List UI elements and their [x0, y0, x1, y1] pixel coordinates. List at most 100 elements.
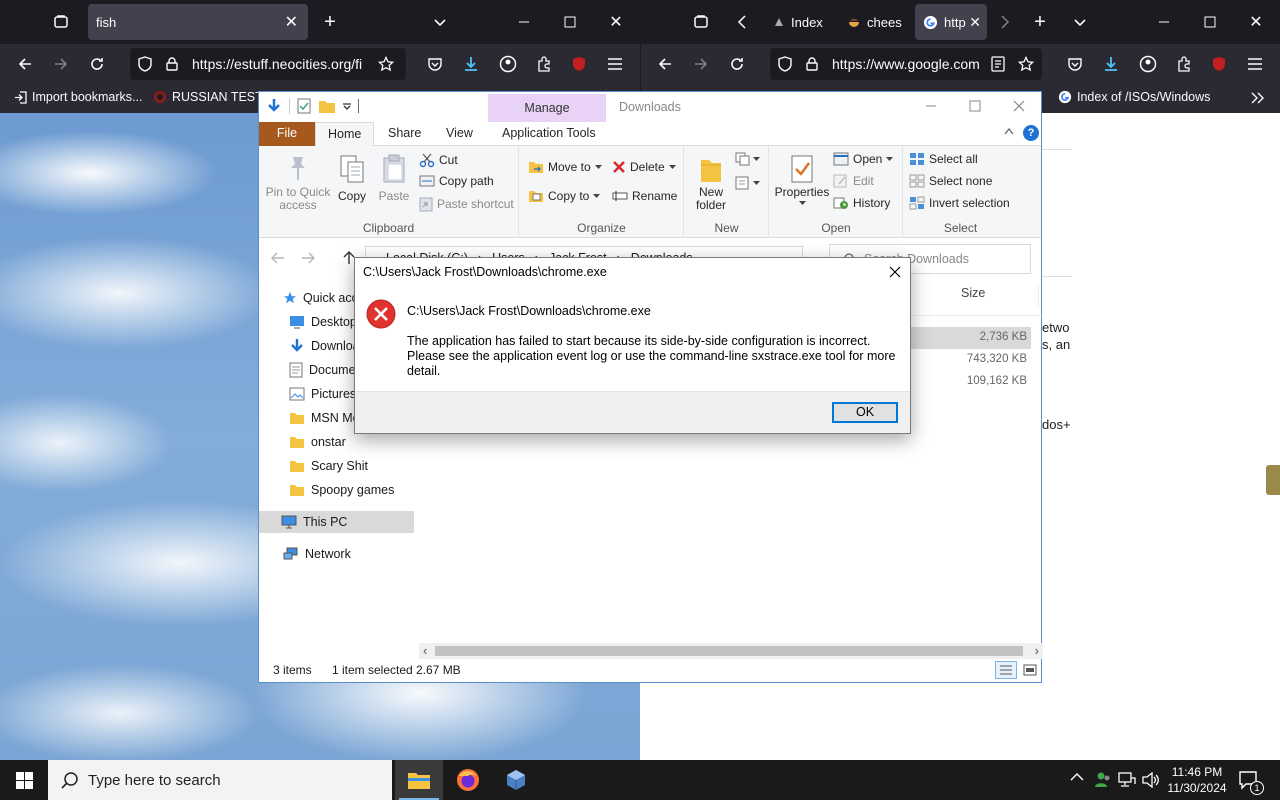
nav-desktop[interactable]: Desktop [289, 311, 357, 333]
new-folder-icon[interactable] [318, 98, 336, 114]
new-item-icon[interactable] [735, 152, 760, 166]
scroll-tabs-left-icon[interactable] [730, 10, 754, 34]
taskbar-virtualbox[interactable] [492, 760, 540, 800]
minimize-icon[interactable] [921, 96, 941, 116]
new-folder-button[interactable]: New folder [689, 154, 733, 212]
paste-button[interactable]: Paste [375, 154, 413, 203]
shield-icon[interactable] [778, 56, 794, 72]
account-icon[interactable] [1136, 52, 1160, 76]
collapse-ribbon-icon[interactable] [1004, 127, 1014, 135]
reader-view-icon[interactable] [986, 52, 1010, 76]
tab-file[interactable]: File [259, 122, 315, 146]
taskbar-search[interactable]: Type here to search [48, 760, 392, 800]
lock-icon[interactable] [166, 57, 182, 71]
tab-cheese[interactable]: chees [839, 4, 909, 40]
tab-home[interactable]: Home [315, 122, 375, 147]
details-view-icon[interactable] [995, 661, 1017, 679]
tab-close-icon[interactable]: ✕ [285, 12, 298, 32]
back-icon[interactable] [13, 52, 37, 76]
close-icon[interactable] [1009, 96, 1029, 116]
pin-quick-access-button[interactable]: Pin to Quick access [265, 154, 331, 212]
easy-access-icon[interactable] [735, 176, 760, 190]
bookmark-isos[interactable]: Index of /ISOs/Windows [1058, 90, 1210, 104]
select-all-button[interactable]: Select all [909, 152, 978, 166]
large-icons-view-icon[interactable] [1021, 661, 1039, 679]
taskbar-file-explorer[interactable] [395, 760, 443, 800]
bookmark-import[interactable]: Import bookmarks... [14, 90, 142, 104]
shield-icon[interactable] [138, 56, 154, 72]
select-none-button[interactable]: Select none [909, 174, 992, 188]
nav-spoopy-games[interactable]: Spoopy games [289, 479, 394, 501]
scroll-tabs-right-icon[interactable] [993, 10, 1017, 34]
new-tab-icon[interactable]: + [1028, 10, 1052, 34]
ublock-icon[interactable] [1207, 52, 1231, 76]
extensions-icon[interactable] [1172, 52, 1196, 76]
ublock-icon[interactable] [567, 52, 591, 76]
nav-this-pc[interactable]: This PC [259, 511, 414, 533]
close-icon[interactable]: ✕ [604, 10, 628, 34]
manage-context-tab[interactable]: Manage [488, 94, 606, 122]
tab-fish[interactable]: fish ✕ [88, 4, 308, 40]
download-arrow-icon[interactable] [265, 97, 283, 115]
maximize-icon[interactable] [965, 96, 985, 116]
tab-index[interactable]: Index [765, 4, 833, 40]
new-tab-icon[interactable]: + [318, 10, 342, 34]
customize-qat-icon[interactable] [342, 101, 352, 111]
minimize-icon[interactable] [512, 10, 536, 34]
menu-icon[interactable] [1243, 52, 1267, 76]
tab-view[interactable]: View [434, 122, 485, 146]
tab-share[interactable]: Share [376, 122, 433, 146]
menu-icon[interactable] [603, 52, 627, 76]
scroll-left-icon[interactable]: ‹ [423, 643, 427, 658]
firefox-view-icon[interactable] [689, 10, 713, 34]
move-to-button[interactable]: Move to [528, 160, 602, 174]
scroll-thumb[interactable] [435, 646, 1023, 656]
properties-button[interactable]: Properties [774, 154, 830, 206]
copy-button[interactable]: Copy [333, 154, 371, 203]
copy-path-button[interactable]: Copy path [419, 174, 494, 188]
properties-check-icon[interactable] [296, 98, 312, 114]
maximize-icon[interactable] [1198, 10, 1222, 34]
list-tabs-icon[interactable] [428, 10, 452, 34]
more-bookmarks-icon[interactable] [1246, 86, 1270, 110]
bookmark-star-icon[interactable] [374, 52, 398, 76]
copy-to-button[interactable]: Copy to [528, 189, 601, 203]
nav-network[interactable]: Network [283, 543, 351, 565]
ok-button[interactable]: OK [832, 402, 898, 423]
back-icon[interactable] [653, 52, 677, 76]
paste-shortcut-button[interactable]: Paste shortcut [419, 196, 514, 212]
horizontal-scrollbar[interactable]: ‹ › [419, 643, 1043, 659]
taskbar-firefox[interactable] [444, 760, 492, 800]
nav-onstar[interactable]: onstar [289, 431, 346, 453]
forward-icon[interactable] [301, 252, 315, 264]
pocket-icon[interactable] [1063, 52, 1087, 76]
people-icon[interactable] [1094, 771, 1112, 789]
invert-selection-button[interactable]: Invert selection [909, 196, 1010, 210]
column-header-size[interactable]: Size [959, 284, 1039, 308]
extensions-icon[interactable] [532, 52, 556, 76]
account-icon[interactable] [496, 52, 520, 76]
start-button[interactable] [0, 760, 48, 800]
nav-scary[interactable]: Scary Shit [289, 455, 368, 477]
reload-icon[interactable] [85, 52, 109, 76]
forward-icon[interactable] [689, 52, 713, 76]
cut-button[interactable]: Cut [419, 152, 458, 168]
bookmark-russian-test[interactable]: RUSSIAN TEST [153, 90, 263, 104]
dialog-close-icon[interactable] [880, 258, 910, 286]
maximize-icon[interactable] [558, 10, 582, 34]
network-icon[interactable] [1118, 772, 1136, 788]
tab-google[interactable]: http ✕ [915, 4, 987, 40]
list-tabs-icon[interactable] [1068, 10, 1092, 34]
pocket-icon[interactable] [423, 52, 447, 76]
edit-button[interactable]: Edit [833, 174, 874, 188]
show-hidden-icons-icon[interactable] [1070, 772, 1084, 782]
back-icon[interactable] [271, 252, 285, 264]
history-button[interactable]: History [833, 196, 890, 210]
open-button[interactable]: Open [833, 152, 894, 166]
tab-application-tools[interactable]: Application Tools [490, 122, 608, 146]
volume-icon[interactable] [1142, 772, 1160, 788]
scroll-right-icon[interactable]: › [1035, 643, 1039, 658]
clock[interactable]: 11:46 PM 11/30/2024 [1162, 764, 1232, 796]
reload-icon[interactable] [725, 52, 749, 76]
forward-icon[interactable] [49, 52, 73, 76]
